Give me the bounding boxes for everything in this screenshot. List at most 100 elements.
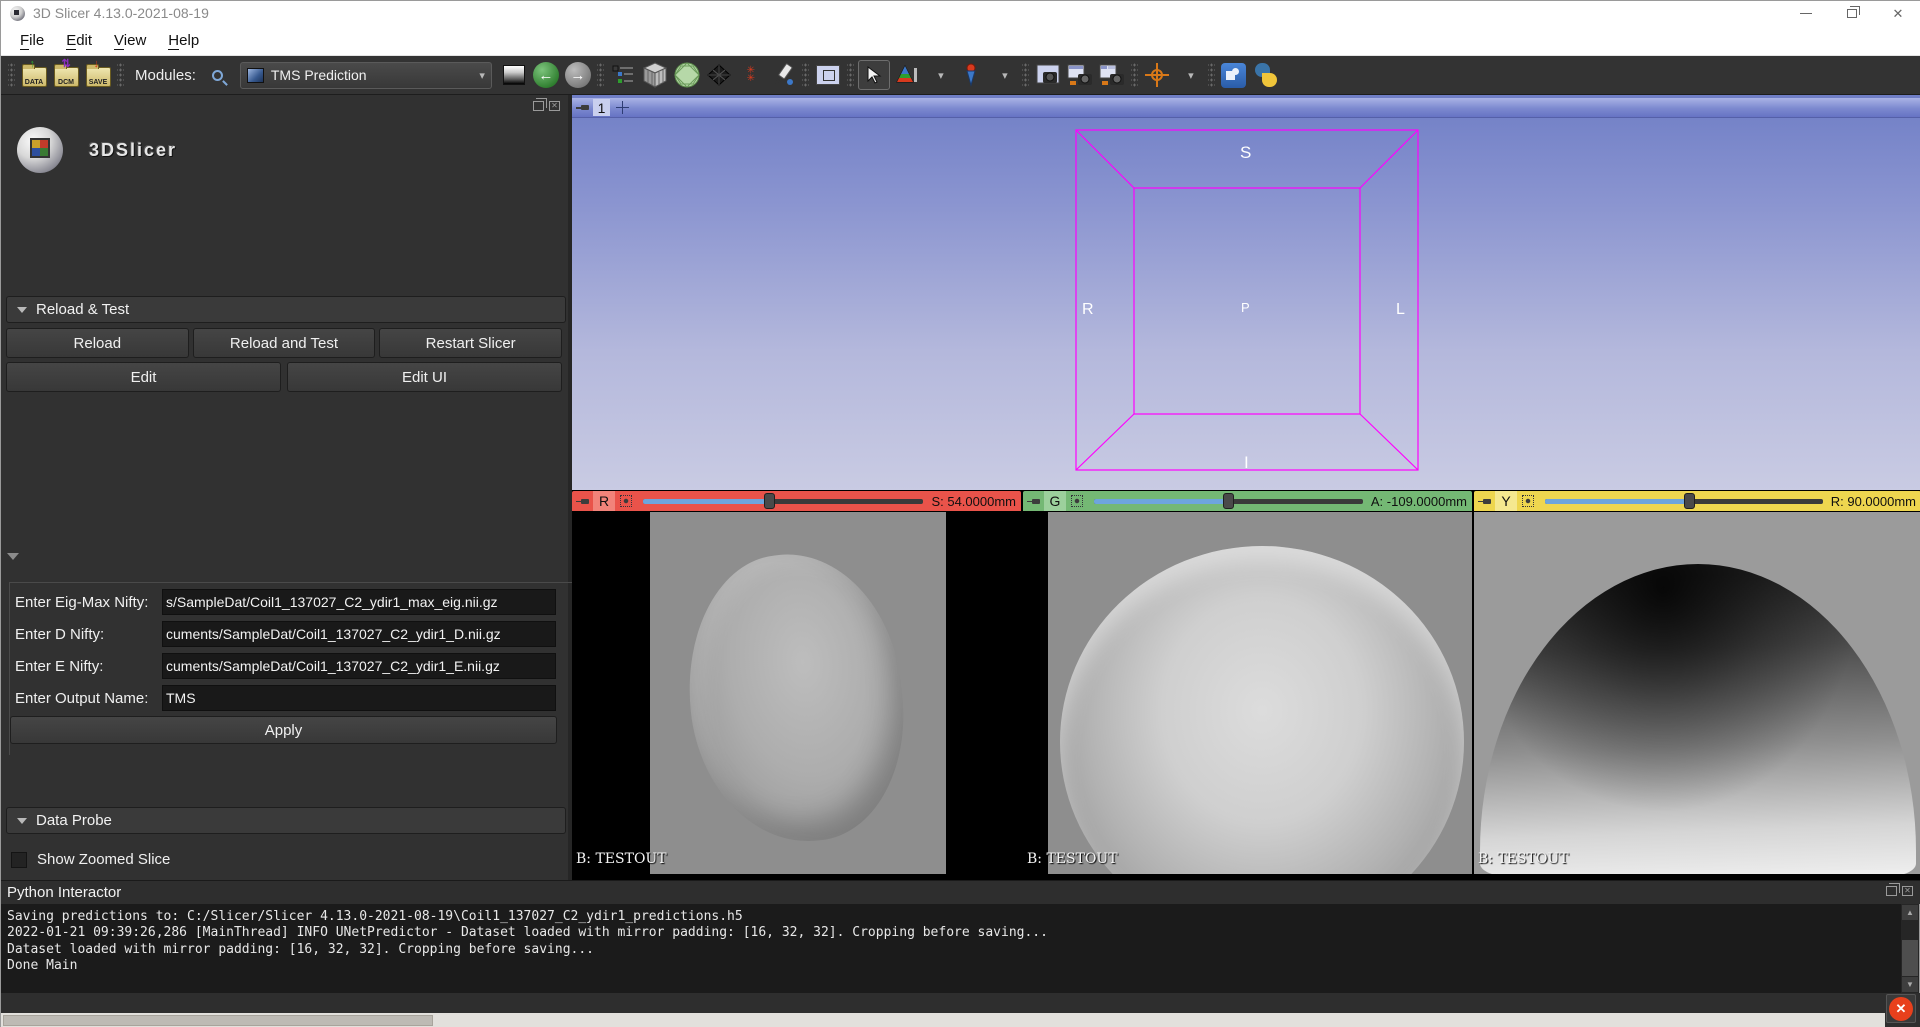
load-dicom-button[interactable]: ⇅ DCM: [51, 59, 81, 91]
menu-help[interactable]: Help: [159, 29, 208, 52]
eig-max-label: Enter Eig-Max Nifty:: [10, 594, 162, 611]
main-toolbar: ↑ DATA ⇅ DCM ↓ SAVE Modules: TMS Predict…: [1, 56, 1920, 95]
slice-visibility-icon[interactable]: [1522, 495, 1534, 507]
python-icon: [1254, 63, 1278, 87]
undock-panel-icon[interactable]: [533, 101, 544, 111]
markups-module-button[interactable]: ✳ ✳: [736, 59, 766, 91]
layout-button[interactable]: [813, 59, 843, 91]
volumes-module-button[interactable]: [640, 59, 670, 91]
close-button[interactable]: ✕: [1875, 1, 1920, 25]
markers-icon: ✳: [747, 75, 755, 83]
module-selector-dropdown[interactable]: TMS Prediction ▾: [240, 62, 492, 89]
history-forward-button[interactable]: →: [563, 59, 593, 91]
reload-button[interactable]: Reload: [6, 328, 189, 358]
place-fiducial-dropdown[interactable]: ▾: [988, 59, 1018, 91]
section-collapse-triangle[interactable]: [7, 553, 19, 560]
models-module-button[interactable]: [672, 59, 702, 91]
module-history-button[interactable]: [499, 59, 529, 91]
toolbar-grip[interactable]: [1208, 62, 1215, 88]
annotations-module-button[interactable]: [768, 59, 798, 91]
slice-visibility-icon[interactable]: [1071, 495, 1083, 507]
d-nifty-input[interactable]: [162, 621, 556, 647]
toolbar-grip[interactable]: [847, 62, 854, 88]
green-slice-slider[interactable]: [1094, 491, 1363, 511]
red-slice-letter[interactable]: R: [593, 491, 615, 511]
close-panel-icon[interactable]: ✕: [549, 101, 560, 111]
window-level-dropdown[interactable]: ▾: [924, 59, 954, 91]
red-slice-view[interactable]: B: TESTOUT: [572, 512, 1021, 880]
place-fiducial-button[interactable]: [956, 59, 986, 91]
screenshot-button[interactable]: [1033, 59, 1063, 91]
toolbar-grip[interactable]: [1131, 62, 1138, 88]
data-module-button[interactable]: [608, 59, 638, 91]
slice-visibility-icon[interactable]: [620, 495, 632, 507]
threeD-view-label[interactable]: 1: [593, 99, 610, 116]
undock-console-icon[interactable]: [1886, 886, 1897, 896]
toolbar-grip[interactable]: [1022, 62, 1029, 88]
threeD-view[interactable]: 1 S R P L I: [572, 95, 1920, 490]
scroll-down-icon[interactable]: ▼: [1902, 977, 1918, 992]
save-data-button[interactable]: ↓ SAVE: [83, 59, 113, 91]
minimize-button[interactable]: [1783, 1, 1829, 25]
crosshair-button[interactable]: [1142, 59, 1172, 91]
toolbar-grip[interactable]: [802, 62, 809, 88]
green-slice-view[interactable]: B: TESTOUT: [1023, 512, 1472, 880]
reload-test-section-header[interactable]: Reload & Test: [6, 296, 566, 323]
scroll-up-icon[interactable]: ▲: [1902, 905, 1918, 920]
crosshair-dropdown[interactable]: ▾: [1174, 59, 1204, 91]
apply-button[interactable]: Apply: [10, 716, 557, 744]
close-console-icon[interactable]: ✕: [1902, 886, 1913, 896]
slider-handle[interactable]: [1223, 493, 1234, 509]
eig-max-input[interactable]: [162, 589, 556, 615]
output-name-input[interactable]: [162, 685, 556, 711]
yellow-slice-slider[interactable]: [1545, 491, 1823, 511]
console-vertical-scrollbar[interactable]: ▲ ▼: [1901, 904, 1919, 993]
view-crosshair-icon[interactable]: [616, 101, 629, 114]
screen-capture-button[interactable]: [1065, 59, 1095, 91]
toolbar-grip[interactable]: [597, 62, 604, 88]
menu-file[interactable]: File: [11, 29, 53, 52]
python-console[interactable]: Saving predictions to: C:/Slicer/Slicer …: [1, 904, 1903, 993]
history-back-button[interactable]: ←: [531, 59, 561, 91]
toolbar-grip[interactable]: [117, 62, 124, 88]
console-horizontal-scrollbar[interactable]: [1, 1013, 1885, 1027]
red-slice-offset: S: 54.0000mm: [931, 494, 1016, 509]
maximize-button[interactable]: [1829, 1, 1875, 25]
yellow-slice-letter[interactable]: Y: [1495, 491, 1517, 511]
window-level-button[interactable]: [892, 59, 922, 91]
interaction-mode-button[interactable]: [858, 60, 890, 90]
pen-icon: [771, 63, 795, 87]
e-nifty-input[interactable]: [162, 653, 556, 679]
toolbar-grip[interactable]: [8, 62, 15, 88]
slider-handle[interactable]: [1684, 493, 1695, 509]
restart-slicer-button[interactable]: Restart Slicer: [379, 328, 562, 358]
python-console-button[interactable]: [1251, 59, 1281, 91]
pin-icon[interactable]: [576, 497, 589, 506]
output-name-label: Enter Output Name:: [10, 690, 162, 707]
pin-icon[interactable]: [1478, 497, 1491, 506]
show-zoomed-slice-checkbox[interactable]: [11, 852, 27, 868]
module-search-button[interactable]: [203, 59, 233, 91]
window-controls: ✕: [1783, 1, 1920, 25]
edit-ui-button[interactable]: Edit UI: [287, 362, 562, 392]
yellow-slice-view[interactable]: B: TESTOUT: [1474, 512, 1920, 880]
close-python-console-button[interactable]: ✕: [1886, 994, 1916, 1023]
data-probe-section-header[interactable]: Data Probe: [6, 807, 566, 834]
edit-button[interactable]: Edit: [6, 362, 281, 392]
extensions-manager-button[interactable]: [1219, 59, 1249, 91]
red-slice-slider[interactable]: [643, 491, 923, 511]
scrollbar-thumb[interactable]: [3, 1015, 433, 1026]
pin-icon[interactable]: [1027, 497, 1040, 506]
pin-icon[interactable]: [576, 103, 589, 112]
slider-handle[interactable]: [764, 493, 775, 509]
transforms-module-button[interactable]: [704, 59, 734, 91]
parameters-section: Enter Eig-Max Nifty: Enter D Nifty: Ente…: [9, 582, 572, 755]
green-slice-letter[interactable]: G: [1044, 491, 1066, 511]
show-zoomed-slice-row: Show Zoomed Slice: [11, 851, 170, 868]
load-data-button[interactable]: ↑ DATA: [19, 59, 49, 91]
scrollbar-thumb[interactable]: [1902, 940, 1918, 976]
reload-and-test-button[interactable]: Reload and Test: [193, 328, 376, 358]
menu-edit[interactable]: Edit: [57, 29, 101, 52]
scene-views-button[interactable]: [1097, 59, 1127, 91]
menu-view[interactable]: View: [105, 29, 155, 52]
